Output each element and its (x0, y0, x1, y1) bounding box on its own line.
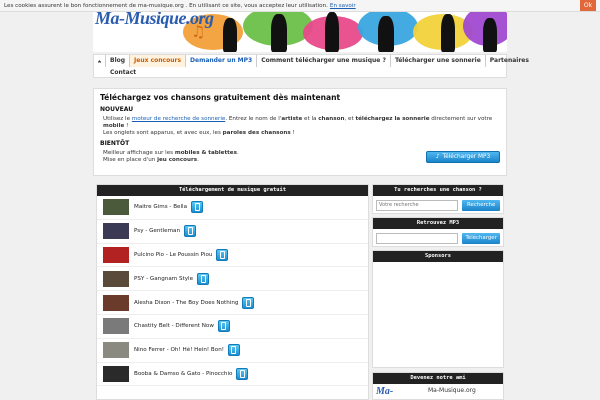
nav-blog[interactable]: Blog (106, 55, 131, 67)
site-logo[interactable]: Ma-Musique.org (95, 12, 214, 29)
section-bientot-title: BIENTÔT (100, 140, 130, 147)
nouveau-line-2: Les onglets sont apparus, et avec eux, l… (103, 130, 295, 136)
song-thumbnail (103, 294, 129, 311)
song-row[interactable]: Alesha Dixon - The Boy Does Nothing (97, 291, 368, 315)
song-title[interactable]: Chastity Belt - Different Now (134, 323, 214, 329)
search-panel: Tu recherches une chanson ? Recherche (372, 184, 504, 214)
download-mp3-button[interactable]: ♪ Télécharger MP3 (426, 151, 500, 163)
song-search-input[interactable] (376, 199, 459, 211)
song-title[interactable]: Booba & Damso & Gato - Pinocchio (134, 371, 232, 377)
song-title[interactable]: PSY - Gangnam Style (134, 276, 193, 282)
mobile-download-icon[interactable] (216, 248, 229, 261)
member-logo: Ma- (376, 386, 394, 397)
mobile-download-icon[interactable] (217, 320, 230, 333)
header-banner: ♫ Ma-Musique.org (93, 12, 507, 52)
cookie-ok-button[interactable]: Ok (580, 0, 596, 11)
mobile-download-icon[interactable] (236, 367, 249, 380)
member-site-name: Ma-Musique.org (428, 387, 476, 394)
cookie-bar: Les cookies assurent le bon fonctionneme… (0, 0, 600, 12)
dancer-silhouette (325, 12, 339, 52)
song-thumbnail (103, 342, 129, 359)
song-row[interactable]: Booba & Damso & Gato - Pinocchio (97, 363, 368, 387)
ringtone-search-link[interactable]: moteur de recherche de sonnerie (132, 116, 226, 122)
song-row[interactable]: Nino Ferrer - Oh! Hé! Hein! Bon! (97, 339, 368, 363)
mobile-download-icon[interactable] (191, 201, 204, 214)
mp3-panel: Retrouvez MP3 Télécharger (372, 217, 504, 247)
mobile-download-icon[interactable] (227, 344, 240, 357)
intro-title: Téléchargez vos chansons gratuitement dè… (100, 93, 341, 102)
song-row[interactable]: Maitre Gims - Bella (97, 196, 368, 220)
dancer-silhouette (378, 16, 394, 52)
cookie-learn-more-link[interactable]: En savoir (330, 3, 356, 9)
downloads-panel: Téléchargement de musique gratuit Maitre… (96, 184, 369, 400)
nav-partenaires[interactable]: Partenaires (486, 55, 533, 67)
song-title[interactable]: Pulcino Pio - Le Poussin Piou (134, 252, 212, 258)
search-button[interactable]: Recherche (462, 199, 500, 211)
mobile-download-icon[interactable] (197, 272, 210, 285)
mobile-download-icon[interactable] (184, 225, 197, 238)
cookie-text: Les cookies assurent le bon fonctionneme… (4, 2, 328, 9)
song-row[interactable]: PSY - Gangnam Style (97, 267, 368, 292)
downloads-heading: Téléchargement de musique gratuit (97, 185, 368, 196)
nav-comment-telecharger[interactable]: Comment télécharger une musique ? (257, 55, 391, 67)
intro-box: Téléchargez vos chansons gratuitement dè… (93, 88, 507, 176)
member-heading: Devenez notre ami (373, 373, 503, 384)
song-row[interactable]: Chastity Belt - Different Now (97, 315, 368, 339)
song-thumbnail (103, 270, 129, 287)
mp3-download-button[interactable]: Télécharger (462, 232, 500, 244)
song-thumbnail (103, 318, 129, 335)
song-thumbnail (103, 199, 129, 216)
nav-telecharger-sonnerie[interactable]: Télécharger une sonnerie (391, 55, 486, 67)
nouveau-line-1: Utilisez le moteur de recherche de sonne… (103, 116, 493, 129)
song-thumbnail (103, 246, 129, 263)
song-row[interactable]: Pulcino Pio - Le Poussin Piou (97, 244, 368, 268)
search-heading: Tu recherches une chanson ? (373, 185, 503, 196)
mp3-input[interactable] (376, 232, 459, 244)
sponsors-heading: Sponsors (373, 251, 503, 262)
song-list: Maitre Gims - Bella Psy - Gentleman Pulcin… (97, 196, 368, 387)
mp3-heading: Retrouvez MP3 (373, 218, 503, 229)
member-panel: Devenez notre ami Ma- Ma-Musique.org (372, 372, 504, 400)
song-title[interactable]: Psy - Gentleman (134, 228, 180, 234)
dancer-silhouette (223, 18, 237, 52)
song-thumbnail (103, 223, 129, 240)
nav-contact[interactable]: Contact (106, 67, 140, 79)
dancer-silhouette (441, 14, 455, 52)
mobile-download-icon[interactable] (242, 296, 255, 309)
home-icon[interactable] (94, 55, 106, 67)
nav-demander-mp3[interactable]: Demander un MP3 (186, 55, 258, 67)
song-row[interactable]: Psy - Gentleman (97, 220, 368, 244)
download-mp3-label: Télécharger MP3 (442, 154, 491, 160)
dancer-silhouette (483, 18, 497, 52)
song-title[interactable]: Alesha Dixon - The Boy Does Nothing (134, 300, 238, 306)
song-title[interactable]: Nino Ferrer - Oh! Hé! Hein! Bon! (134, 347, 224, 353)
main-nav: Blog Jeux concours Demander un MP3 Comme… (93, 54, 529, 79)
section-nouveau-title: NOUVEAU (100, 106, 134, 113)
dancer-silhouette (271, 14, 287, 52)
nav-jeux-concours[interactable]: Jeux concours (130, 55, 187, 67)
song-title[interactable]: Maitre Gims - Bella (134, 204, 187, 210)
song-thumbnail (103, 365, 129, 382)
music-icon: ♪ (435, 154, 440, 160)
sponsors-panel: Sponsors (372, 250, 504, 368)
